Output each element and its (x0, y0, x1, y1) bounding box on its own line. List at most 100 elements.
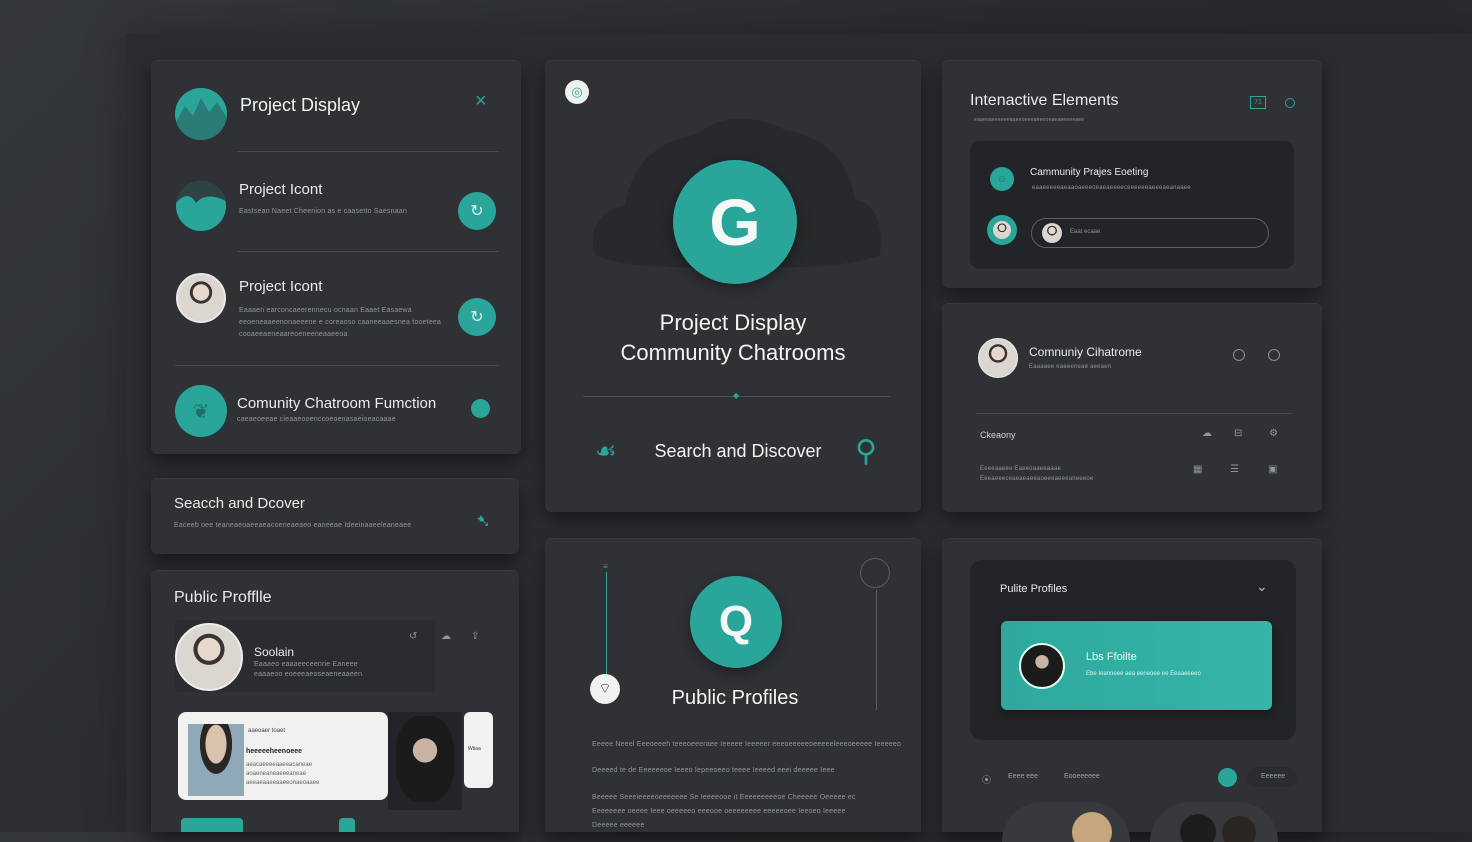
avatar (396, 716, 454, 802)
profile-line: aoaeneaneaeeeaneae (246, 771, 307, 777)
inner-panel: ☺ Cammunity Prajes Eoeting eaaeeeeeaeaao… (970, 141, 1294, 269)
card-title: Public Profiles (671, 687, 799, 709)
share-icon[interactable]: ⇪ (471, 631, 479, 642)
timeline-marker-icon: ≡ (603, 562, 608, 571)
avatar (978, 338, 1018, 378)
chevron-down-icon[interactable]: ⌄ (1256, 578, 1268, 595)
bottom-label: Eeee eee (1008, 773, 1038, 780)
photo-preview (1150, 802, 1278, 842)
panel-title: Pulite Profiles (1000, 583, 1068, 595)
settings-icon[interactable]: ⚙ (1269, 428, 1278, 439)
logo-letter: Q (718, 597, 754, 646)
status-dot-icon (1285, 98, 1295, 108)
profile-line: aeeaeaaeeaaeeonaeoaaee (246, 780, 320, 786)
tab-button[interactable] (181, 818, 243, 832)
card-description: Eaaaaee eaeeeneae aeeaen (1029, 364, 1112, 370)
card-description: Eaceeb oee teaneaeoaeeaeacoeneaeaeo eane… (174, 522, 412, 529)
user-description: Eaaaeo eaaaeeceenrie Eaneee (254, 661, 358, 668)
community-chatroom-card: Comnuniy Cihatrome Eaaaaee eaeeeneae aee… (942, 303, 1322, 512)
chat-bubble-icon: ❦ (175, 385, 227, 437)
divider (175, 365, 499, 366)
card-subtitle: eaaeoaeeeeeeaaeeoeeeaeeooeaeaeeeeeaee (974, 117, 1085, 123)
logo-g-icon: G (673, 160, 797, 284)
calendar-icon[interactable]: ▦ (1193, 464, 1202, 475)
card-title: Project Display (240, 95, 361, 115)
paragraph-line: Deeeee eeeeee (592, 822, 645, 829)
detail-line: Eeeaeeeceaeaeaeeaoeeeaeeeaneeeoe (980, 476, 1094, 482)
item-title: Comunity Chatroom Fumction (237, 395, 437, 412)
row-title: Cammunity Prajes Eoeting (1030, 167, 1149, 178)
hero-title: Community Chatrooms (620, 340, 846, 365)
input-placeholder: Eaat ecaae (1070, 229, 1101, 235)
item-description: caeaeoeeae cieaaeooenccoeoenasaeioeacaaa… (237, 416, 396, 423)
profile-line: aeacaeeeeaaeeacaneae (246, 762, 313, 768)
pill-label: Eeeeee (1261, 773, 1286, 780)
divider-marker-icon: ◆ (733, 391, 740, 400)
divider (237, 151, 499, 152)
divider (976, 413, 1292, 414)
timeline-line (606, 572, 607, 680)
photo-preview (1002, 802, 1130, 842)
list-icon[interactable]: ☰ (1230, 464, 1239, 475)
refresh-icon[interactable]: ↻ (458, 192, 496, 230)
pin-icon: ⦿ (982, 775, 992, 785)
item-title: Project Icont (239, 181, 323, 198)
profile-highlight-card[interactable]: Lbs Ffoilte Ebe Ieanneee aea eeneoee ee … (1001, 621, 1272, 710)
hero-title: Project Display (659, 310, 807, 335)
inner-panel: Pulite Profiles ⌄ Lbs Ffoilte Ebe Ieanne… (970, 560, 1296, 740)
tab-button[interactable] (339, 818, 355, 832)
paragraph-line: Eeeeeeee oeeee Ieee oeeeeeo eeeooe oeeee… (592, 808, 846, 815)
avatar (175, 623, 243, 691)
radio-button[interactable] (1233, 349, 1245, 361)
refresh-icon[interactable]: ↻ (458, 298, 496, 336)
avatar (1019, 643, 1065, 689)
grid-icon[interactable]: ▣ (1268, 464, 1277, 475)
project-display-card: Project Display × Project Icont Eastsean… (151, 60, 521, 454)
badge-count: 71 (1254, 99, 1262, 106)
bottom-label: Eooeeeeee (1064, 773, 1100, 780)
card-title: Seacch and Dcover (174, 495, 305, 512)
cloud-icon[interactable]: ☁ (1202, 428, 1212, 439)
close-icon[interactable]: × (475, 90, 487, 113)
card-title: Public Profflle (174, 589, 272, 606)
card-title: Intenactive Elements (970, 92, 1119, 109)
item-description: Eastsean Naeet Cheenion as e caasetto Sa… (239, 208, 407, 215)
side-tab[interactable]: Wtiaa (464, 712, 493, 788)
avatar (188, 724, 244, 796)
item-description: Eaaaen earconcaeerennecu ocnaan Eaaet Ea… (239, 307, 412, 314)
profile-bold-text: heeeeeheenoeee (246, 748, 303, 755)
toggle-button[interactable] (1218, 768, 1237, 787)
item-description: eeoeneaaeenonaeeene e coreaoso caaneeaae… (239, 319, 442, 326)
user-description: eaaaeoo eoeeeaeoseaeneaaeen (254, 671, 363, 678)
paragraph-line: Beeeee Seeeieeeeoeeeeeee Se Ieeeeooe it … (592, 794, 856, 801)
search-discover-card: Seacch and Dcover Eaceeb oee teaneaeoaee… (151, 478, 519, 554)
bird-icon: ➷ (476, 511, 492, 531)
globe-icon[interactable]: ◎ (565, 80, 589, 104)
avatar (987, 215, 1017, 245)
paragraph-line: Eeeee Neeel Eeeoeeeh teeeoeeeraee Ieeeee… (592, 741, 902, 748)
profile-description: Ebe Ieanneee aea eeneoee ee Eeaaeeeeo (1086, 671, 1201, 677)
search-icon[interactable]: ⚲ (855, 434, 877, 469)
radio-button[interactable] (860, 558, 890, 588)
link-icon[interactable]: ↺ (409, 631, 417, 642)
section-label: Ckeaony (980, 430, 1016, 440)
profile-small-text: aaeoaer toaet (248, 728, 286, 734)
logo-q-icon: Q (690, 576, 782, 668)
pill-button[interactable]: Eeeeee (1247, 767, 1297, 787)
public-profiles-card: ≡ ⌔ Q Public Profiles Eeeee Neeel Eeeoee… (545, 538, 921, 832)
dark-photo-card[interactable] (388, 712, 462, 810)
public-profile-panel-card: Pulite Profiles ⌄ Lbs Ffoilte Ebe Ieanne… (942, 538, 1322, 842)
public-profile-card: Public Profflle Soolain Eaaaeo eaaaeecee… (151, 570, 519, 832)
badge-icon[interactable]: 71 (1250, 96, 1266, 109)
project-mountain-icon (176, 181, 226, 231)
radio-button[interactable] (1268, 349, 1280, 361)
inbox-icon[interactable]: ⊟ (1234, 428, 1242, 439)
avatar (176, 273, 226, 323)
logo-letter: G (709, 185, 761, 259)
project-mountain-icon (175, 88, 227, 140)
cloud-icon[interactable]: ☁ (441, 631, 451, 642)
message-input[interactable]: Eaat ecaae (1031, 218, 1269, 248)
profile-preview-card[interactable]: aaeoaer toaet heeeeeheenoeee aeacaeeeeaa… (178, 712, 388, 800)
item-description: cooaeeaeneaareoeneeneaaeeoa (239, 331, 348, 338)
divider (237, 251, 499, 252)
